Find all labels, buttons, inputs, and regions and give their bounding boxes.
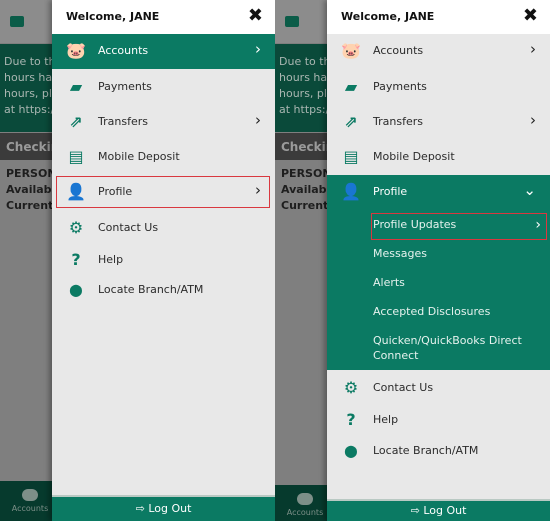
gears-icon: ⚙ — [343, 378, 359, 397]
menu-item-label: Locate Branch/ATM — [373, 444, 479, 457]
menu-item-accounts[interactable]: 🐷 Accounts › — [52, 35, 275, 67]
mobile-deposit-icon: ▤ — [68, 147, 84, 166]
chevron-right-icon: › — [255, 111, 261, 129]
piggy-bank-icon: 🐷 — [341, 41, 361, 60]
welcome-text: Welcome, JANE — [341, 10, 435, 23]
wallet-icon: ▰ — [69, 77, 83, 96]
chevron-down-icon: ⌄ — [523, 181, 536, 199]
menu-item-locate-branch-atm[interactable]: ⬤ Locate Branch/ATM — [327, 435, 550, 467]
menu-item-label: Help — [373, 413, 399, 426]
chevron-right-icon: › — [255, 40, 261, 58]
close-icon[interactable]: ✖ — [523, 5, 538, 26]
transfer-icon: ⇗ — [344, 112, 358, 131]
submenu-item-alerts[interactable]: Alerts — [373, 275, 547, 290]
highlight-outline — [56, 176, 270, 208]
drawer-header: Welcome, JANE ✖ — [52, 0, 275, 34]
notice-banner: Due to the hours have hours, ple at https:/ — [275, 44, 340, 132]
chevron-right-icon: › — [530, 111, 536, 129]
submenu-label: Quicken/QuickBooks Direct Connect — [373, 334, 522, 362]
menu-item-label: Profile — [373, 185, 408, 198]
tab-accounts[interactable]: Accounts — [275, 485, 335, 521]
welcome-text: Welcome, JANE — [66, 10, 160, 23]
submenu-item-accepted-disclosures[interactable]: Accepted Disclosures — [373, 304, 547, 319]
menu-item-accounts[interactable]: 🐷 Accounts › — [327, 35, 550, 67]
map-pin-icon: ⬤ — [69, 283, 83, 297]
nav-drawer: Welcome, JANE ✖ 🐷 Accounts › ▰ Payments ⇗ Transf… — [327, 0, 550, 521]
menu-item-label: Contact Us — [373, 381, 434, 394]
menu-item-label: Mobile Deposit — [98, 150, 180, 163]
logout-button[interactable]: ⇨ Log Out — [52, 495, 275, 521]
menu-item-help[interactable]: ? Help — [327, 404, 550, 436]
menu-item-label: Locate Branch/ATM — [98, 283, 204, 296]
submenu-label: Accepted Disclosures — [373, 305, 491, 318]
menu-item-label: Help — [98, 253, 124, 266]
map-pin-icon: ⬤ — [344, 444, 358, 458]
menu-item-mobile-deposit[interactable]: ▤ Mobile Deposit — [327, 141, 550, 173]
menu-item-payments[interactable]: ▰ Payments — [327, 71, 550, 103]
submenu-label: Messages — [373, 247, 427, 260]
app-screen-1: Due to the hours have hours, ple at https:/… — [0, 0, 275, 521]
app-topbar — [275, 0, 335, 43]
envelope-dollar-icon — [10, 16, 24, 27]
menu-item-transfers[interactable]: ⇗ Transfers › — [327, 106, 550, 138]
logout-icon: ⇨ — [410, 504, 424, 517]
menu-item-contact-us[interactable]: ⚙ Contact Us — [327, 372, 550, 404]
app-screen-2: Due to the hours have hours, ple at https:/… — [275, 0, 550, 521]
envelope-dollar-icon — [285, 16, 299, 27]
section-header: Checking — [0, 133, 68, 160]
logout-icon: ⇨ — [135, 502, 149, 515]
menu-item-payments[interactable]: ▰ Payments — [52, 71, 275, 103]
menu-item-transfers[interactable]: ⇗ Transfers › — [52, 106, 275, 138]
menu-item-mobile-deposit[interactable]: ▤ Mobile Deposit — [52, 141, 275, 173]
piggy-bank-icon — [22, 489, 38, 501]
menu-item-label: Payments — [98, 80, 152, 93]
help-icon: ? — [71, 250, 81, 269]
chevron-right-icon: › — [530, 40, 536, 58]
menu-item-label: Payments — [373, 80, 427, 93]
menu-item-profile[interactable]: 👤 Profile ⌄ — [327, 176, 550, 208]
gears-icon: ⚙ — [68, 218, 84, 237]
piggy-bank-icon: 🐷 — [66, 41, 86, 60]
logout-label: Log Out — [148, 502, 192, 515]
user-gear-icon: 👤 — [341, 182, 361, 201]
menu-item-locate-branch-atm[interactable]: ⬤ Locate Branch/ATM — [52, 274, 275, 306]
mobile-deposit-icon: ▤ — [343, 147, 359, 166]
wallet-icon: ▰ — [344, 77, 358, 96]
piggy-bank-icon — [297, 493, 313, 505]
help-icon: ? — [346, 410, 356, 429]
submenu-item-quicken-quickbooks-direct-connect[interactable]: Quicken/QuickBooks Direct Connect — [373, 333, 523, 363]
menu-item-label: Accounts — [98, 44, 149, 57]
app-topbar — [0, 0, 60, 43]
menu-item-label: Transfers — [373, 115, 423, 128]
menu-item-contact-us[interactable]: ⚙ Contact Us — [52, 212, 275, 244]
highlight-outline — [371, 213, 547, 240]
drawer-header: Welcome, JANE ✖ — [327, 0, 550, 34]
menu-item-help[interactable]: ? Help — [52, 244, 275, 276]
tab-label: Accounts — [11, 504, 49, 513]
nav-drawer: Welcome, JANE ✖ 🐷 Accounts › ▰ Payments ⇗ Transf… — [52, 0, 275, 521]
menu-item-label: Accounts — [373, 44, 424, 57]
logout-label: Log Out — [423, 504, 467, 517]
tab-accounts[interactable]: Accounts — [0, 481, 60, 521]
menu-item-label: Transfers — [98, 115, 148, 128]
submenu-item-messages[interactable]: Messages — [373, 246, 547, 261]
menu-item-label: Contact Us — [98, 221, 159, 234]
section-header: Checking — [275, 133, 343, 160]
submenu-label: Alerts — [373, 276, 405, 289]
close-icon[interactable]: ✖ — [248, 5, 263, 26]
notice-banner: Due to the hours have hours, ple at https:/ — [0, 44, 65, 132]
tab-label: Accounts — [286, 508, 324, 517]
logout-button[interactable]: ⇨ Log Out — [327, 499, 550, 521]
transfer-icon: ⇗ — [69, 112, 83, 131]
menu-item-label: Mobile Deposit — [373, 150, 455, 163]
